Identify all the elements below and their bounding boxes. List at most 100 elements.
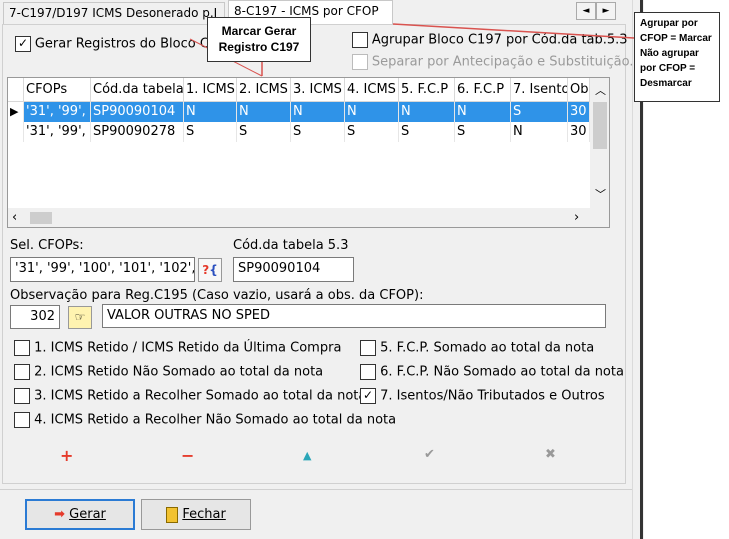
table-cell[interactable]: S [399, 122, 455, 142]
column-header[interactable]: 3. ICMS [291, 78, 345, 102]
checkbox-icon[interactable] [14, 364, 30, 380]
table-row[interactable]: '31', '99', ' SP90090278 S S S S S S N 3… [8, 122, 590, 142]
cod-tabela-input[interactable]: SP90090104 [233, 257, 354, 282]
table-cell[interactable]: N [237, 102, 291, 122]
agrupar-checkbox[interactable]: Agrupar Bloco C197 por Cód.da tab.5.3 [352, 32, 628, 48]
cfop-lookup-icon[interactable]: ?{ [198, 258, 222, 282]
table-cell[interactable]: S [345, 122, 399, 142]
table-cell[interactable]: '31', '99', ' [24, 122, 91, 142]
table-cell[interactable]: N [291, 102, 345, 122]
column-header[interactable]: 2. ICMS [237, 78, 291, 102]
table-cell[interactable]: S [184, 122, 237, 142]
vertical-scroll-thumb[interactable] [593, 102, 607, 149]
check-label: 7. Isentos/Não Tributados e Outros [380, 388, 605, 404]
tab-scroll: ◄ ► [576, 2, 616, 20]
table-cell[interactable]: '31', '99', ' [24, 102, 91, 122]
gerar-button[interactable]: ➡ Gerar [25, 499, 135, 530]
column-header[interactable]: Ob [568, 78, 590, 102]
checkbox-icon[interactable] [360, 364, 376, 380]
table-cell[interactable]: N [399, 102, 455, 122]
fechar-label: Fechar [182, 507, 226, 522]
tab-c197-d197[interactable]: 7-C197/D197 ICMS Desonerado p.I [3, 2, 225, 24]
table-cell[interactable]: N [345, 102, 399, 122]
grid-indicator-header [8, 78, 24, 102]
column-header[interactable]: 7. Isento [511, 78, 568, 102]
checkbox-icon[interactable] [14, 412, 30, 428]
horizontal-scrollbar[interactable]: ‹ › [8, 208, 590, 227]
check-label: 1. ICMS Retido / ICMS Retido da Última C… [34, 340, 342, 356]
table-cell[interactable]: S [237, 122, 291, 142]
check-isentos[interactable]: ✓ 7. Isentos/Não Tributados e Outros [360, 388, 605, 404]
tab-label: 8-C197 - ICMS por CFOP [234, 4, 379, 18]
checkbox-icon[interactable] [14, 340, 30, 356]
check-label: 4. ICMS Retido a Recolher Não Somado ao … [34, 412, 397, 428]
door-icon [166, 506, 179, 523]
move-up-icon[interactable]: ▲ [303, 449, 311, 462]
table-row[interactable]: ▶ '31', '99', ' SP90090104 N N N N N N S… [8, 102, 590, 122]
check-label: 3. ICMS Retido a Recolher Somado ao tota… [34, 388, 367, 404]
row-indicator [8, 122, 24, 142]
check-icms-recolher-somado[interactable]: 3. ICMS Retido a Recolher Somado ao tota… [14, 388, 366, 404]
scroll-right-icon[interactable]: › [574, 210, 579, 225]
table-cell[interactable]: S [511, 102, 568, 122]
table-cell[interactable]: N [455, 102, 511, 122]
scroll-up-icon[interactable]: ︿ [595, 82, 606, 98]
check-icms-retido[interactable]: 1. ICMS Retido / ICMS Retido da Última C… [14, 340, 341, 356]
obs-label: Observação para Reg.C195 (Caso vazio, us… [10, 288, 424, 303]
tab-label: 7-C197/D197 ICMS Desonerado p.I [9, 6, 218, 20]
table-cell[interactable]: 30 [568, 102, 590, 122]
cfop-grid[interactable]: CFOPs Cód.da tabela 1. ICMS 2. ICMS 3. I… [7, 77, 610, 228]
cod-tabela-label: Cód.da tabela 5.3 [233, 238, 349, 253]
agrupar-label: Agrupar Bloco C197 por Cód.da tab.5.3 [371, 32, 628, 48]
checkbox-checked-icon[interactable]: ✓ [15, 36, 31, 52]
table-cell[interactable]: N [184, 102, 237, 122]
grid-header: CFOPs Cód.da tabela 1. ICMS 2. ICMS 3. I… [8, 78, 590, 102]
checkbox-icon[interactable] [352, 32, 368, 48]
cancel-icon[interactable]: ✖ [545, 447, 556, 462]
table-cell[interactable]: 30 [568, 122, 590, 142]
sel-cfops-input[interactable]: '31', '99', '100', '101', '102', '10 [10, 257, 195, 282]
scroll-down-icon[interactable]: ﹀ [595, 186, 606, 202]
checkbox-disabled-icon [352, 54, 368, 70]
row-indicator-icon: ▶ [8, 102, 24, 122]
confirm-icon[interactable]: ✔ [424, 447, 435, 462]
check-fcp-nao-somado[interactable]: 6. F.C.P. Não Somado ao total da nota [360, 364, 624, 380]
tab-scroll-right-icon[interactable]: ► [596, 2, 616, 20]
checkbox-icon[interactable] [14, 388, 30, 404]
horizontal-scroll-thumb[interactable] [30, 212, 52, 224]
obs-lookup-icon[interactable]: ☞ [68, 306, 92, 329]
table-cell[interactable]: SP90090104 [91, 102, 184, 122]
obs-code-input[interactable]: 302 [10, 305, 60, 329]
callout-agrupar: Agrupar por CFOP = Marcar Não agrupar po… [634, 12, 720, 102]
check-icms-nao-somado[interactable]: 2. ICMS Retido Não Somado ao total da no… [14, 364, 323, 380]
column-header[interactable]: 5. F.C.P [399, 78, 455, 102]
sel-cfops-label: Sel. CFOPs: [10, 238, 84, 253]
separar-checkbox: Separar por Antecipação e Substituição. [352, 54, 633, 70]
obs-text-input[interactable]: VALOR OUTRAS NO SPED [102, 304, 606, 328]
check-fcp-somado[interactable]: 5. F.C.P. Somado ao total da nota [360, 340, 594, 356]
column-header[interactable]: 6. F.C.P [455, 78, 511, 102]
gerar-arrow-icon: ➡ [54, 507, 66, 522]
table-cell[interactable]: S [455, 122, 511, 142]
scroll-left-icon[interactable]: ‹ [12, 210, 17, 225]
tab-scroll-left-icon[interactable]: ◄ [576, 2, 596, 20]
column-header[interactable]: CFOPs [24, 78, 91, 102]
gerar-registros-checkbox[interactable]: ✓ Gerar Registros do Bloco C197 [15, 36, 234, 52]
check-icms-recolher-nao-somado[interactable]: 4. ICMS Retido a Recolher Não Somado ao … [14, 412, 396, 428]
add-icon[interactable]: + [60, 446, 73, 465]
table-cell[interactable]: SP90090278 [91, 122, 184, 142]
check-label: 5. F.C.P. Somado ao total da nota [380, 340, 595, 356]
table-cell[interactable]: N [511, 122, 568, 142]
table-cell[interactable]: S [291, 122, 345, 142]
checkbox-checked-icon[interactable]: ✓ [360, 388, 376, 404]
checkbox-icon[interactable] [360, 340, 376, 356]
gerar-label: Gerar [69, 507, 106, 522]
column-header[interactable]: 4. ICMS [345, 78, 399, 102]
callout-marcar: Marcar Gerar Registro C197 [207, 17, 311, 62]
remove-icon[interactable]: − [181, 446, 194, 465]
column-header[interactable]: Cód.da tabela [91, 78, 184, 102]
check-label: 2. ICMS Retido Não Somado ao total da no… [34, 364, 324, 380]
fechar-button[interactable]: Fechar [141, 499, 251, 530]
column-header[interactable]: 1. ICMS [184, 78, 237, 102]
separar-label: Separar por Antecipação e Substituição. [371, 54, 634, 70]
